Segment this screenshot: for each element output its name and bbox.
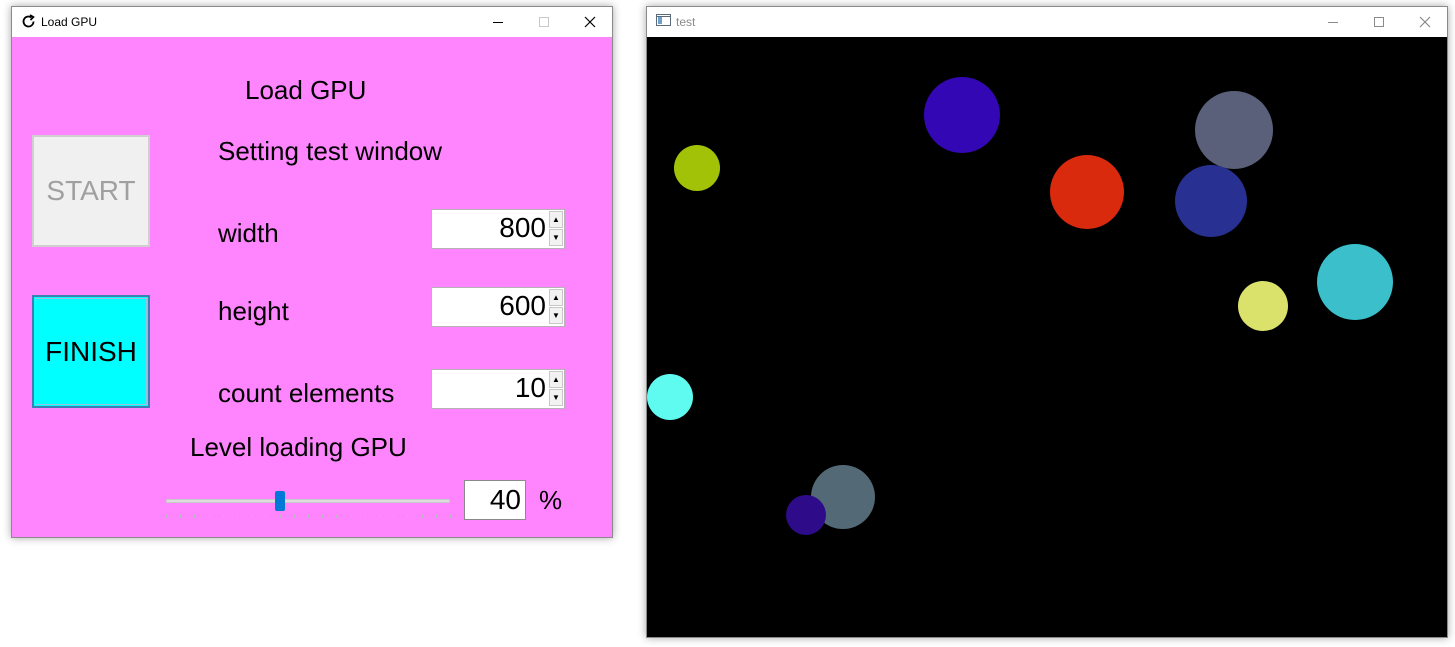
close-button[interactable] bbox=[1402, 7, 1448, 37]
slider-track[interactable] bbox=[166, 499, 450, 503]
close-button[interactable] bbox=[567, 7, 613, 37]
circle-element bbox=[1238, 281, 1288, 331]
circle-element bbox=[786, 495, 826, 535]
render-canvas bbox=[647, 37, 1447, 637]
width-up-icon[interactable]: ▲ bbox=[549, 211, 563, 228]
maximize-icon bbox=[1374, 17, 1384, 27]
app-refresh-icon bbox=[21, 14, 36, 29]
count-up-icon[interactable]: ▲ bbox=[549, 371, 563, 388]
circle-element bbox=[924, 77, 1000, 153]
slider-tick bbox=[251, 515, 253, 518]
window-app-icon bbox=[656, 14, 671, 29]
slider-tick bbox=[336, 515, 338, 518]
minimize-icon bbox=[1328, 22, 1338, 23]
circle-element bbox=[1317, 244, 1393, 320]
minimize-icon bbox=[493, 22, 503, 23]
circle-element bbox=[1195, 91, 1273, 169]
level-loading-label: Level loading GPU bbox=[190, 432, 407, 462]
slider-tick bbox=[450, 515, 451, 518]
slider-tick bbox=[279, 515, 281, 518]
slider-thumb[interactable] bbox=[274, 491, 285, 511]
test-titlebar[interactable]: test bbox=[647, 7, 1447, 37]
circle-element bbox=[1175, 165, 1247, 237]
finish-button[interactable]: FINISH bbox=[32, 295, 150, 408]
circle-element bbox=[1050, 155, 1124, 229]
close-icon bbox=[1419, 16, 1431, 28]
slider-tick bbox=[180, 515, 182, 518]
slider-tick bbox=[237, 515, 238, 518]
slider-tick bbox=[194, 515, 196, 518]
maximize-button[interactable] bbox=[1356, 7, 1402, 37]
width-label: width bbox=[218, 218, 279, 248]
circle-element bbox=[674, 145, 720, 191]
width-spinbox[interactable]: 800 ▲ ▼ bbox=[431, 209, 565, 249]
slider-tick bbox=[222, 515, 224, 518]
height-down-icon[interactable]: ▼ bbox=[549, 307, 563, 324]
start-button[interactable]: START bbox=[32, 135, 150, 247]
test-window: test bbox=[646, 6, 1448, 638]
slider-tick bbox=[364, 515, 366, 518]
minimize-button[interactable] bbox=[475, 7, 521, 37]
level-value[interactable]: 40 bbox=[490, 484, 521, 516]
count-elements-value[interactable]: 10 bbox=[515, 372, 546, 404]
count-elements-spinbox[interactable]: 10 ▲ ▼ bbox=[431, 369, 565, 409]
level-value-field[interactable]: 40 bbox=[464, 480, 526, 520]
window-title: Load GPU bbox=[41, 15, 98, 29]
level-slider[interactable] bbox=[166, 487, 451, 518]
slider-tick bbox=[350, 515, 352, 518]
height-up-icon[interactable]: ▲ bbox=[549, 289, 563, 306]
height-spinbox[interactable]: 600 ▲ ▼ bbox=[431, 287, 565, 327]
height-value[interactable]: 600 bbox=[499, 290, 546, 322]
slider-tick bbox=[421, 515, 423, 518]
count-elements-label: count elements bbox=[218, 378, 395, 408]
slider-tick bbox=[308, 515, 309, 518]
load-gpu-titlebar[interactable]: Load GPU bbox=[12, 7, 612, 37]
close-icon bbox=[584, 16, 596, 28]
count-down-icon[interactable]: ▼ bbox=[549, 389, 563, 406]
slider-tick bbox=[393, 515, 395, 518]
slider-tick bbox=[322, 515, 324, 518]
width-down-icon[interactable]: ▼ bbox=[549, 229, 563, 246]
load-gpu-panel: Load GPU Setting test window START FINIS… bbox=[12, 37, 612, 537]
minimize-button[interactable] bbox=[1310, 7, 1356, 37]
percent-label: % bbox=[539, 485, 563, 515]
slider-tick bbox=[166, 515, 167, 518]
circle-element bbox=[647, 374, 693, 420]
slider-tick bbox=[208, 515, 210, 518]
maximize-button bbox=[521, 7, 567, 37]
maximize-icon bbox=[539, 17, 549, 27]
height-label: height bbox=[218, 296, 289, 326]
window-title: test bbox=[676, 15, 696, 29]
subheading: Setting test window bbox=[218, 136, 443, 166]
heading: Load GPU bbox=[245, 75, 367, 105]
slider-tick bbox=[293, 515, 295, 518]
slider-tick bbox=[379, 515, 380, 518]
load-gpu-window: Load GPU Load GPU Setting test window ST… bbox=[11, 6, 613, 538]
slider-tick bbox=[265, 515, 267, 518]
width-value[interactable]: 800 bbox=[499, 212, 546, 244]
slider-tick bbox=[435, 515, 437, 518]
slider-tick bbox=[407, 515, 409, 518]
